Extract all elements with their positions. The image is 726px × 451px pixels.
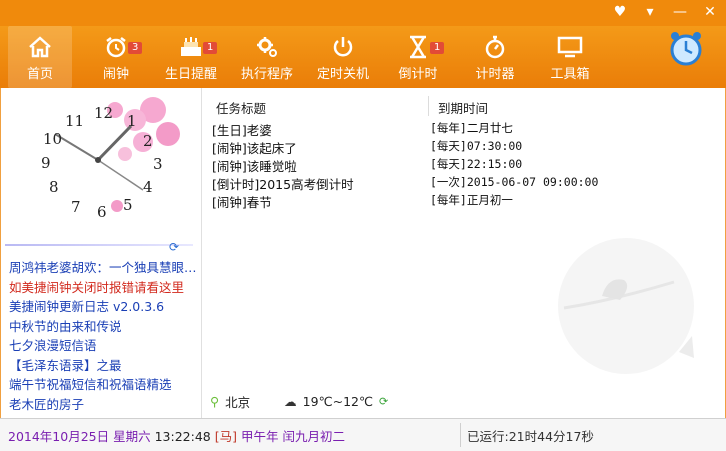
tab-shutdown[interactable]: 定时关机 [312,34,374,84]
clock-numeral-6: 6 [97,203,107,221]
status-time: 13:22:48 [154,429,211,444]
bird-watermark-icon [558,238,694,374]
status-lunar-year: 甲午年 [240,429,279,444]
home-icon [8,34,72,60]
weather-city: 北京 [225,395,251,410]
clock-numeral-12: 12 [94,104,113,122]
status-lunar-date: 闰九月初二 [282,429,345,444]
col-title-header[interactable]: 任务标题 [216,98,266,117]
table-row[interactable]: [倒计时]2015高考倒计时 [一次]2015-06-07 09:00:00 [210,174,720,192]
news-item[interactable]: 周鸿祎老婆胡欢：一个独具慧眼的女人 [9,258,197,278]
status-zodiac: [马] [214,429,237,444]
task-due: [一次]2015-06-07 09:00:00 [430,175,599,189]
status-bar: 2014年10月25日 星期六 13:22:48 [马] 甲午年 闰九月初二 已… [0,418,726,451]
clock-numeral-7: 7 [71,198,81,216]
status-separator [460,423,461,447]
news-item[interactable]: 七夕浪漫短信语 [9,336,197,356]
weather-cloud-icon: ☁ [284,394,297,409]
clock-numeral-2: 2 [143,132,153,150]
news-item[interactable]: 【毛泽东语录】之最 [9,356,197,376]
monitor-icon [544,34,596,60]
app-logo-clock-icon [668,30,704,70]
title-bar[interactable]: ♥ ▾ — ✕ [0,0,726,26]
analog-clock: 12 1 2 3 4 5 6 7 8 9 10 11 [3,88,199,240]
location-pin-icon: ⚲ [210,394,220,409]
refresh-news-icon[interactable]: ⟳ [169,240,179,254]
news-item[interactable]: 中秋节的由来和传说 [9,317,197,337]
clock-numeral-10: 10 [43,130,62,148]
menu-icon[interactable]: ▾ [642,4,658,20]
stopwatch-icon [470,34,520,60]
clock-numeral-3: 3 [153,155,163,173]
clock-numeral-11: 11 [65,112,84,130]
status-date: 2014年10月25日 [8,429,110,444]
tab-timer[interactable]: 计时器 [470,34,520,84]
clock-numeral-9: 9 [41,154,51,172]
clock-divider [5,244,193,246]
gear-icon [236,34,298,60]
clock-numeral-8: 8 [49,178,59,196]
status-datetime: 2014年10月25日 星期六 13:22:48 [马] 甲午年 闰九月初二 [8,426,345,445]
content-area: 12 1 2 3 4 5 6 7 8 9 10 11 ⟳ 周鸿祎老婆胡欢：一个独… [0,88,726,418]
tab-run-program[interactable]: 执行程序 [236,34,298,84]
task-title: [倒计时]2015高考倒计时 [212,177,354,192]
news-item[interactable]: 端午节祝福短信和祝福语精选 [9,375,197,395]
tab-birthday-label: 生日提醒 [164,67,217,82]
task-title: [闹钟]该起床了 [212,141,297,156]
tab-timer-label: 计时器 [475,67,515,82]
weather-widget[interactable]: ⚲ 北京 ☁ 19℃~12℃ ⟳ [210,392,388,411]
table-row[interactable]: [闹钟]该睡觉啦 [每天]22:15:00 [210,156,720,174]
task-due: [每年]二月廿七 [430,121,513,135]
main-toolbar: 首页 闹钟 3 生日提醒 1 执行程序 定时关机 倒计时 1 计时器 工具箱 [0,26,726,88]
tab-toolbox-label: 工具箱 [550,67,590,82]
task-title: [生日]老婆 [212,123,272,138]
clock-numeral-1: 1 [127,112,137,130]
task-table-header: 任务标题 到期时间 [210,96,720,116]
news-item[interactable]: 老木匠的房子 [9,395,197,415]
news-item[interactable]: 如美捷闹钟关闭时报错请看这里 [9,278,197,298]
task-panel: 任务标题 到期时间 [生日]老婆 [每年]二月廿七 [闹钟]该起床了 [每天]0… [202,88,725,418]
status-running-time: 已运行:21时44分17秒 [467,429,594,444]
status-weekday: 星期六 [113,429,151,444]
weather-refresh-icon[interactable]: ⟳ [379,395,388,408]
tab-countdown-label: 倒计时 [398,67,438,82]
tab-home[interactable]: 首页 [8,26,72,88]
table-row[interactable]: [生日]老婆 [每年]二月廿七 [210,120,720,138]
tab-run-program-label: 执行程序 [240,67,293,82]
clock-numeral-5: 5 [123,196,133,214]
tab-toolbox[interactable]: 工具箱 [544,34,596,84]
tab-alarm-label: 闹钟 [102,67,129,82]
task-due: [每天]07:30:00 [430,139,523,153]
weather-temp: 19℃~12℃ [302,394,374,409]
minimize-icon[interactable]: — [672,4,688,20]
skin-icon[interactable]: ♥ [612,4,628,20]
left-panel: 12 1 2 3 4 5 6 7 8 9 10 11 ⟳ 周鸿祎老婆胡欢：一个独… [1,88,202,418]
tab-shutdown-label: 定时关机 [316,67,369,82]
news-item[interactable]: 美捷闹钟更新日志 v2.0.3.6 [9,297,197,317]
countdown-count-badge: 1 [430,42,445,54]
table-row[interactable]: [闹钟]春节 [每年]正月初一 [210,192,720,210]
close-icon[interactable]: ✕ [702,4,718,20]
task-due: [每年]正月初一 [430,193,513,207]
task-title: [闹钟]该睡觉啦 [212,159,297,174]
task-title: [闹钟]春节 [212,195,272,210]
col-due-header[interactable]: 到期时间 [438,98,488,117]
app-window: ♥ ▾ — ✕ 首页 闹钟 3 生日提醒 1 执行程序 定时关机 倒计时 1 计… [0,0,726,451]
column-separator[interactable] [428,96,429,116]
alarm-count-badge: 3 [128,42,143,54]
clock-numeral-4: 4 [143,178,153,196]
power-icon [312,34,374,60]
task-due: [每天]22:15:00 [430,157,523,171]
news-list: 周鸿祎老婆胡欢：一个独具慧眼的女人 如美捷闹钟关闭时报错请看这里 美捷闹钟更新日… [9,258,197,414]
birthday-count-badge: 1 [203,42,218,54]
tab-home-label: 首页 [26,67,53,82]
window-controls: ♥ ▾ — ✕ [612,4,718,20]
table-row[interactable]: [闹钟]该起床了 [每天]07:30:00 [210,138,720,156]
